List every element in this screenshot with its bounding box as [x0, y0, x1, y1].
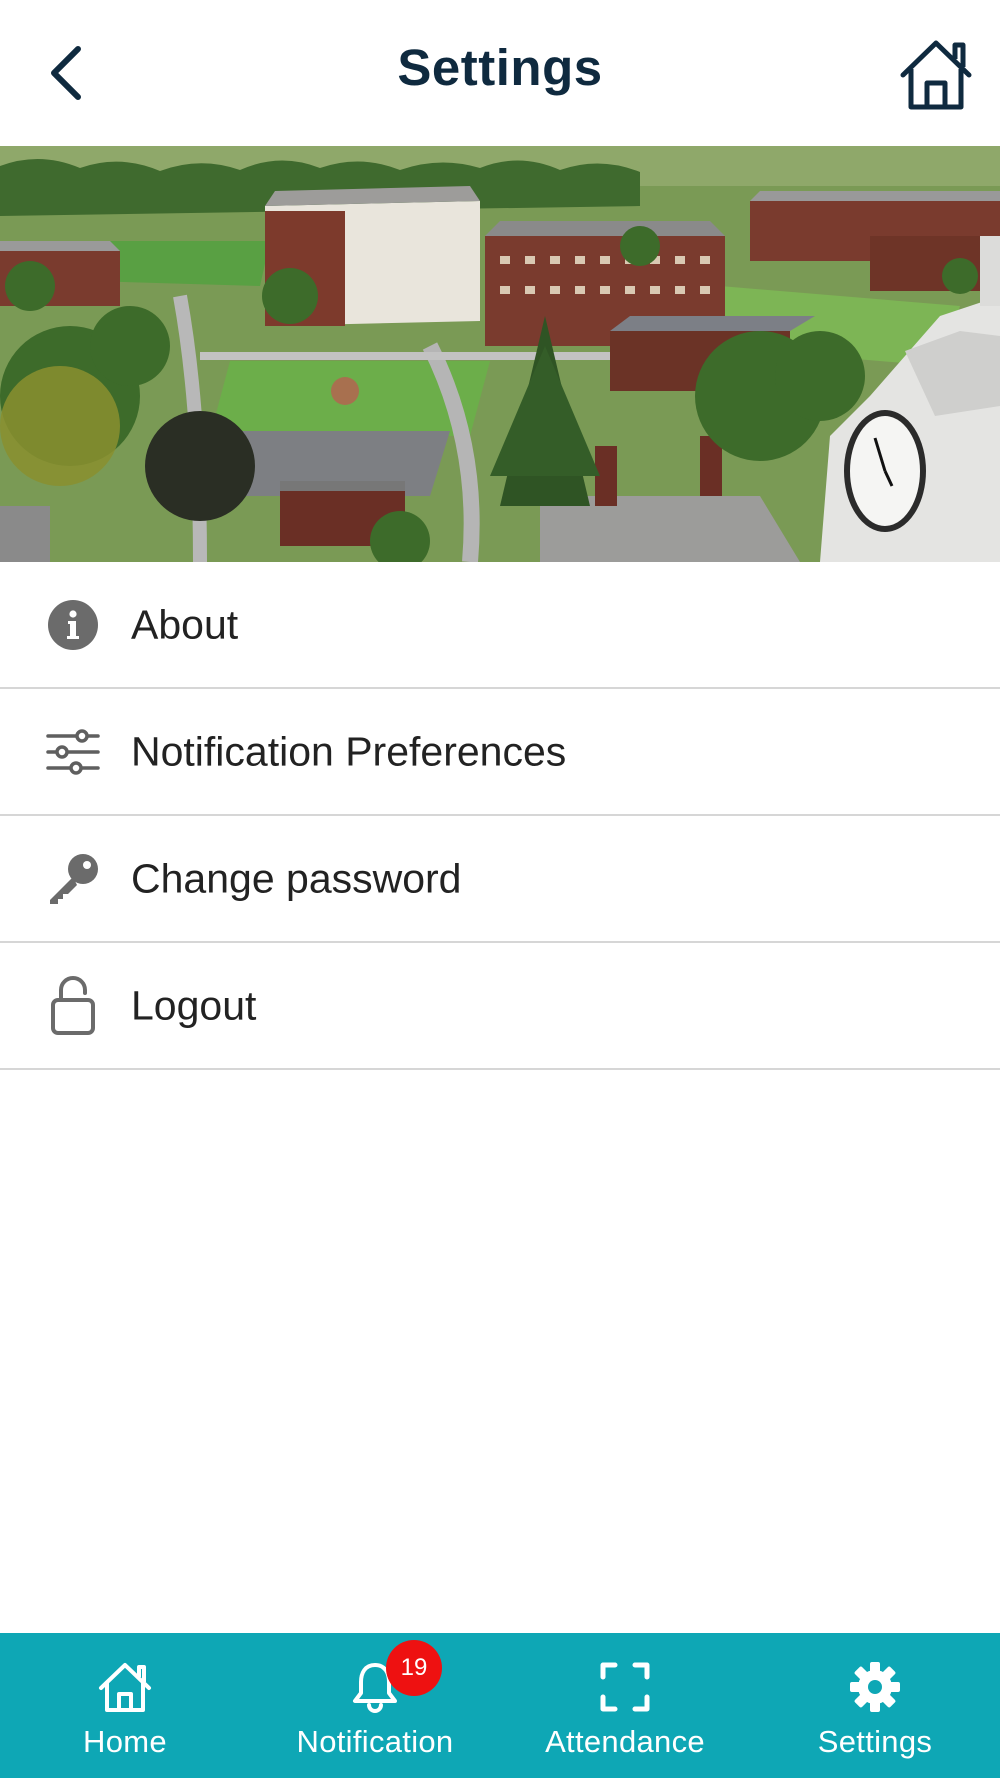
menu-item-label: Logout: [131, 982, 257, 1028]
nav-item-attendance[interactable]: Attendance: [500, 1633, 750, 1778]
menu-item-about[interactable]: About: [0, 562, 1000, 689]
nav-item-settings[interactable]: Settings: [750, 1633, 1000, 1778]
nav-item-home[interactable]: Home: [0, 1633, 250, 1778]
nav-label: Settings: [817, 1724, 933, 1759]
menu-item-change-password[interactable]: Change password: [0, 816, 1000, 943]
sliders-icon: [44, 723, 102, 781]
scan-frame-icon: [595, 1659, 655, 1715]
page-title: Settings: [397, 39, 603, 96]
bottom-nav: Home 19 Notification Attendance Settings: [0, 1633, 1000, 1778]
campus-banner-image: [0, 146, 1000, 562]
settings-menu: About Notification Preferences Change pa…: [0, 562, 1000, 1070]
nav-item-notification[interactable]: 19 Notification: [250, 1633, 500, 1778]
gear-icon: [845, 1659, 905, 1715]
menu-item-notification-preferences[interactable]: Notification Preferences: [0, 689, 1000, 816]
home-icon: [900, 40, 972, 110]
unlock-icon: [44, 975, 102, 1035]
notification-count-badge: 19: [386, 1640, 442, 1696]
nav-label: Attendance: [545, 1724, 705, 1759]
menu-item-label: About: [131, 601, 239, 647]
home-button[interactable]: [896, 34, 976, 114]
menu-item-label: Notification Preferences: [131, 728, 567, 774]
nav-label: Home: [83, 1724, 167, 1759]
top-bar: Settings: [0, 0, 1000, 146]
menu-item-label: Change password: [131, 855, 462, 901]
info-icon: [44, 596, 102, 654]
home-icon: [95, 1659, 155, 1715]
key-icon: [44, 850, 102, 908]
menu-item-logout[interactable]: Logout: [0, 943, 1000, 1070]
nav-label: Notification: [296, 1724, 454, 1759]
